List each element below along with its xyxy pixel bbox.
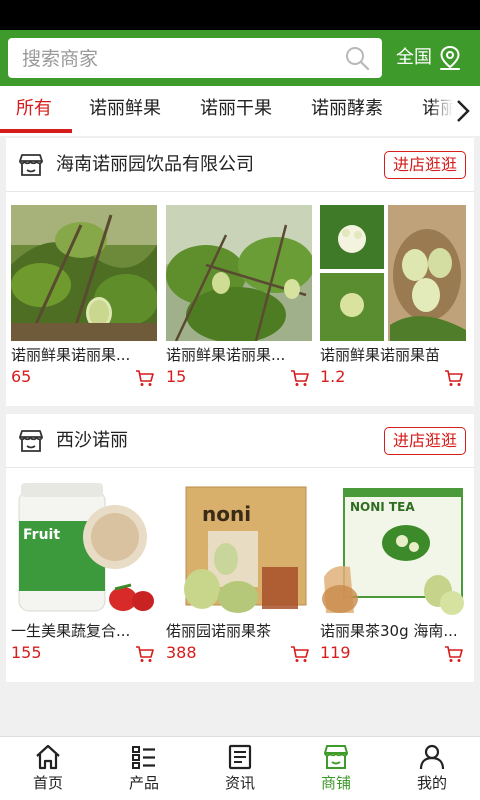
shop-header: 海南诺丽园饮品有限公司 进店逛逛 xyxy=(6,138,474,192)
nav-news[interactable]: 资讯 xyxy=(192,737,288,800)
product-card[interactable]: 诺丽鲜果诺丽果... 65 xyxy=(11,205,157,395)
product-image[interactable]: noni xyxy=(166,481,312,617)
nav-shops[interactable]: 商铺 xyxy=(288,737,384,800)
product-card[interactable]: Fruit 一生美果蔬复合... 155 xyxy=(11,481,157,671)
shop-header: 西沙诺丽 进店逛逛 xyxy=(6,414,474,468)
product-card[interactable]: 诺丽鲜果诺丽果苗 1.2 xyxy=(320,205,466,395)
add-to-cart-icon[interactable] xyxy=(135,645,155,663)
list-icon xyxy=(132,746,155,769)
visit-shop-button[interactable]: 进店逛逛 xyxy=(384,151,466,179)
search-icon[interactable] xyxy=(344,45,370,71)
product-price: 1.2 xyxy=(320,367,346,386)
product-card[interactable]: 诺丽鲜果诺丽果... 15 xyxy=(166,205,312,395)
location-pin-icon xyxy=(440,45,460,70)
home-icon xyxy=(36,744,60,770)
shop-name[interactable]: 西沙诺丽 xyxy=(56,429,128,453)
category-tabs: 所有 诺丽鲜果 诺丽干果 诺丽酵素 诺丽 xyxy=(0,86,480,136)
product-image-text: Fruit xyxy=(23,527,60,543)
product-image-text: NONI TEA xyxy=(350,500,415,514)
tab-enzyme[interactable]: 诺丽酵素 xyxy=(311,86,383,136)
add-to-cart-icon[interactable] xyxy=(290,369,310,387)
status-bar xyxy=(0,0,480,30)
chevron-right-icon[interactable] xyxy=(454,98,472,124)
product-price: 388 xyxy=(166,643,197,662)
storefront-icon xyxy=(19,430,43,452)
product-image[interactable] xyxy=(320,205,466,341)
visit-shop-button[interactable]: 进店逛逛 xyxy=(384,427,466,455)
add-to-cart-icon[interactable] xyxy=(444,645,464,663)
bottom-nav: 首页 产品 资讯 商铺 我的 xyxy=(0,736,480,800)
shop-icon xyxy=(324,745,348,769)
add-to-cart-icon[interactable] xyxy=(290,645,310,663)
nav-me[interactable]: 我的 xyxy=(384,737,480,800)
nav-home[interactable]: 首页 xyxy=(0,737,96,800)
tab-fresh-fruit[interactable]: 诺丽鲜果 xyxy=(89,86,161,136)
product-card[interactable]: noni 偌丽园诺丽果茶 388 xyxy=(166,481,312,671)
product-name: 诺丽鲜果诺丽果... xyxy=(11,346,131,364)
product-image[interactable]: Fruit xyxy=(11,481,157,617)
product-name: 诺丽果茶30g 海南... xyxy=(320,622,458,640)
news-icon xyxy=(228,744,252,770)
product-name: 一生美果蔬复合... xyxy=(11,622,131,640)
nav-label: 资讯 xyxy=(224,774,255,792)
shop-card: 西沙诺丽 进店逛逛 Fruit 一生美果蔬复合... 155 noni 偌丽园诺… xyxy=(6,414,474,682)
product-card[interactable]: NONI TEA 诺丽果茶30g 海南... 119 xyxy=(320,481,466,671)
nav-label: 首页 xyxy=(32,774,63,792)
product-image[interactable] xyxy=(166,205,312,341)
add-to-cart-icon[interactable] xyxy=(444,369,464,387)
region-selector[interactable]: 全国 xyxy=(396,44,462,72)
search-input[interactable]: 搜索商家 xyxy=(8,38,382,78)
search-placeholder: 搜索商家 xyxy=(22,48,99,70)
add-to-cart-icon[interactable] xyxy=(135,369,155,387)
shop-card: 海南诺丽园饮品有限公司 进店逛逛 诺丽鲜果诺丽果... 65 诺丽鲜果诺丽果..… xyxy=(6,138,474,406)
nav-label: 我的 xyxy=(416,774,447,792)
product-price: 65 xyxy=(11,367,32,386)
product-price: 155 xyxy=(11,643,42,662)
product-price: 15 xyxy=(166,367,187,386)
nav-products[interactable]: 产品 xyxy=(96,737,192,800)
shop-name[interactable]: 海南诺丽园饮品有限公司 xyxy=(56,153,254,177)
storefront-icon xyxy=(19,154,43,176)
product-name: 诺丽鲜果诺丽果... xyxy=(166,346,286,364)
header: 搜索商家 全国 xyxy=(0,30,480,86)
product-image-text: noni xyxy=(202,502,251,526)
product-image[interactable]: NONI TEA xyxy=(320,481,466,617)
user-icon xyxy=(419,744,445,770)
nav-label: 商铺 xyxy=(320,774,351,792)
region-label: 全国 xyxy=(396,47,432,68)
nav-label: 产品 xyxy=(128,774,159,792)
product-name: 诺丽鲜果诺丽果苗 xyxy=(320,346,441,364)
tab-dried-fruit[interactable]: 诺丽干果 xyxy=(200,86,272,136)
product-image[interactable] xyxy=(11,205,157,341)
product-price: 119 xyxy=(320,643,351,662)
active-tab-indicator xyxy=(0,129,72,133)
product-name: 偌丽园诺丽果茶 xyxy=(166,622,272,640)
